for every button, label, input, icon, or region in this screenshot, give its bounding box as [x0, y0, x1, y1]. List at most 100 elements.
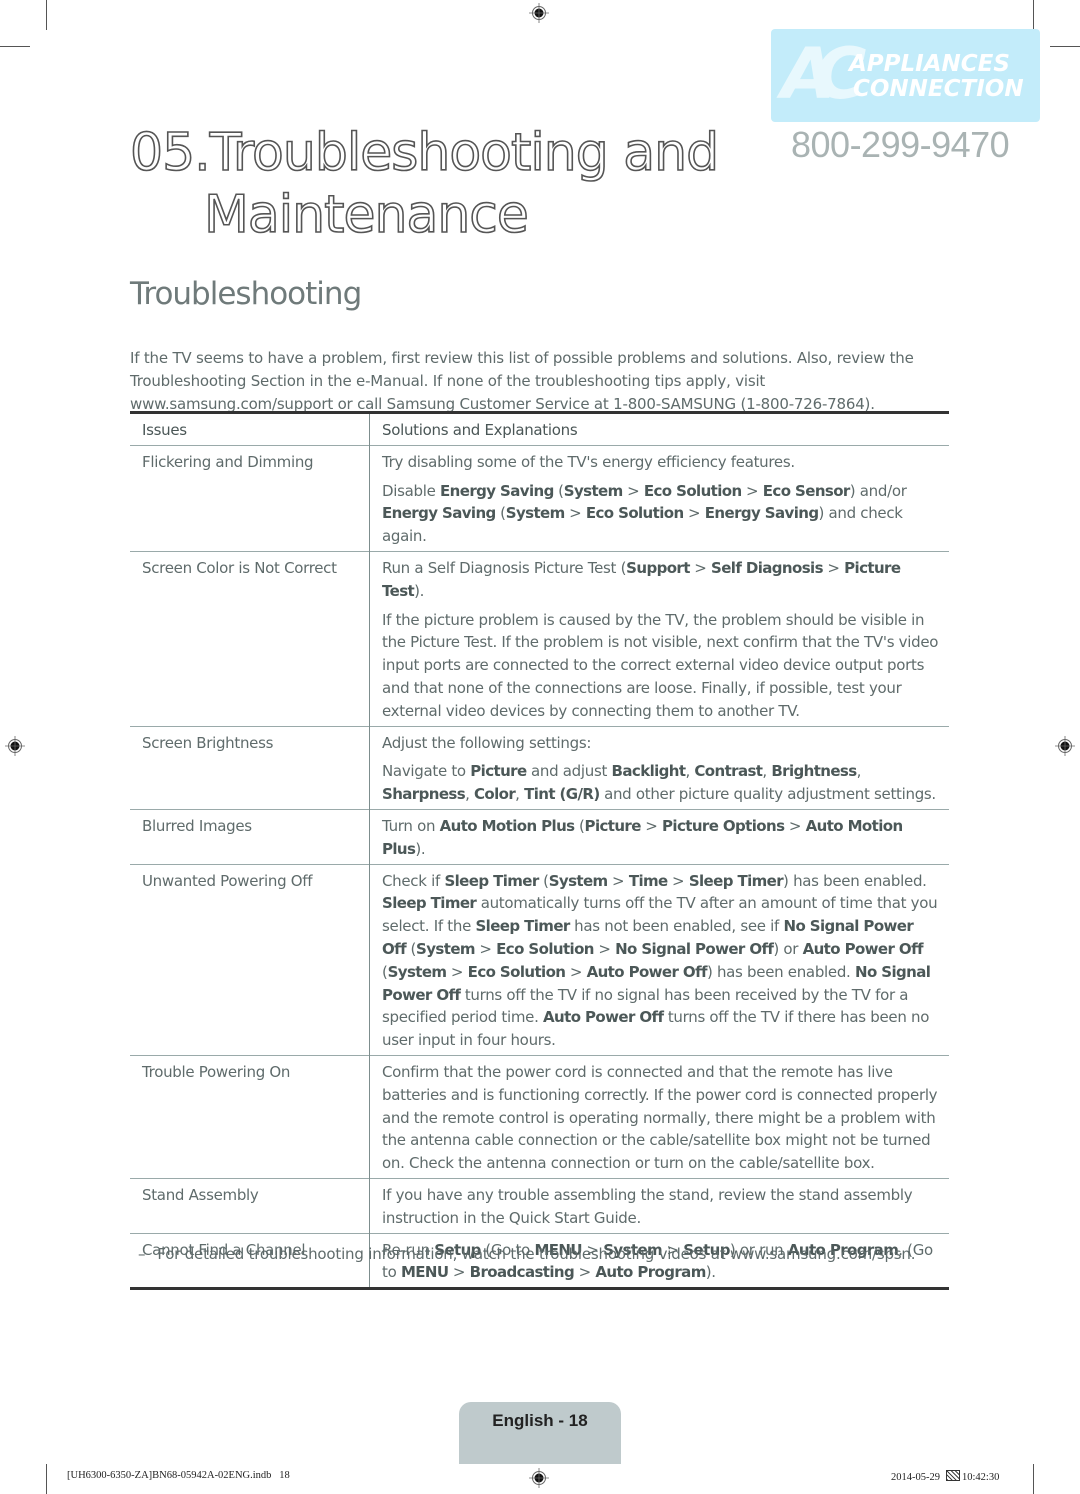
issue-cell: Flickering and Dimming — [130, 445, 370, 552]
solution-cell: Adjust the following settings: Navigate t… — [370, 726, 950, 809]
menu-term: Auto Program — [595, 1263, 706, 1282]
menu-term: System — [416, 939, 475, 958]
solution-cell: Turn on Auto Motion Plus (Picture > Pict… — [370, 809, 950, 864]
solution-paragraph: If you have any trouble assembling the s… — [382, 1184, 939, 1230]
page-number-label: English - 18 — [492, 1411, 588, 1430]
solution-cell: If you have any trouble assembling the s… — [370, 1178, 950, 1233]
solution-paragraph: Check if Sleep Timer (System > Time > Sl… — [382, 870, 939, 1052]
menu-term: Picture — [470, 762, 527, 781]
menu-term: Contrast — [694, 762, 763, 781]
crop-mark — [1033, 1464, 1034, 1494]
crop-mark — [1033, 0, 1034, 30]
footer-file-info: [UH6300-6350-ZA]BN68-05942A-02ENG.indb 1… — [67, 1470, 290, 1481]
solution-text: Adjust the following settings: — [382, 733, 592, 752]
menu-term: No Signal Power Off — [615, 939, 774, 958]
solution-text: Navigate to — [382, 762, 471, 781]
solution-text: ) or — [773, 939, 803, 958]
footer-time: 10:42:30 — [962, 1472, 1000, 1483]
solution-cell: Run a Self Diagnosis Picture Test (Suppo… — [370, 551, 950, 726]
solution-text: > — [784, 816, 806, 835]
watermark-phone: 800-299-9470 — [791, 124, 1010, 165]
menu-term: Brightness — [771, 762, 857, 781]
menu-term: Eco Solution — [643, 481, 742, 500]
table-row: Flickering and Dimming Try disabling some… — [130, 445, 950, 552]
registration-mark-icon — [1055, 736, 1075, 756]
solution-text: ). — [705, 1263, 716, 1282]
solution-text: > — [574, 1263, 596, 1282]
appliances-connection-logo: AC APPLIANCES CONNECTION — [771, 29, 1040, 122]
menu-term: Support — [626, 558, 690, 577]
menu-term: Eco Solution — [467, 962, 566, 981]
menu-term: MENU — [400, 1263, 449, 1282]
menu-term: Sleep Timer — [444, 871, 539, 890]
table-row: Screen Brightness Adjust the following se… — [130, 726, 950, 810]
solution-paragraph: Navigate to Picture and adjust Backlight… — [382, 760, 939, 806]
solution-text: ( — [574, 816, 585, 835]
solution-text: Run a Self Diagnosis Picture Test ( — [382, 558, 627, 577]
page-number-tab: English - 18 — [459, 1402, 621, 1464]
solution-paragraph: If the picture problem is caused by the … — [382, 609, 939, 723]
menu-term: System — [548, 871, 608, 890]
menu-term: Sleep Timer — [688, 871, 784, 890]
menu-term: Energy Saving — [440, 481, 554, 500]
menu-term: Energy Saving — [382, 504, 496, 523]
solution-text: Try disabling some of the TV's energy ef… — [382, 452, 795, 471]
menu-term: Auto Motion Plus — [439, 816, 575, 835]
crop-mark — [0, 46, 30, 47]
column-header-issues: Issues — [130, 412, 370, 446]
menu-term: Sharpness — [382, 785, 466, 804]
crop-mark — [1050, 46, 1080, 47]
solution-paragraph: Turn on Auto Motion Plus (Picture > Pict… — [382, 815, 939, 861]
solution-cell: Try disabling some of the TV's energy ef… — [370, 445, 950, 551]
solution-paragraph: Confirm that the power cord is connected… — [382, 1061, 939, 1175]
troubleshooting-table: Issues Solutions and Explanations Flicke… — [130, 411, 949, 1290]
menu-term: System — [505, 504, 565, 523]
solution-text: > — [564, 504, 586, 523]
solution-text: > — [607, 871, 629, 890]
logo-text-line2: CONNECTION — [853, 76, 1024, 102]
footnote-text: For detailed troubleshooting information… — [157, 1245, 916, 1263]
registration-mark-icon — [529, 1468, 549, 1488]
solution-paragraph: Disable Energy Saving (System > Eco Solu… — [382, 480, 939, 548]
solution-text: , — [762, 762, 772, 781]
menu-term: Tint (G/R) — [524, 785, 600, 804]
solution-text: , — [465, 785, 474, 804]
menu-term: Color — [474, 785, 516, 804]
section-title: Troubleshooting — [130, 276, 362, 312]
solution-text: ( — [538, 871, 549, 890]
solution-text: ). — [414, 581, 425, 600]
table-row: Stand Assembly If you have any trouble as… — [130, 1178, 949, 1233]
footer-date: 2014-05-29 — [891, 1472, 940, 1483]
issue-cell: Screen Color is Not Correct — [130, 551, 370, 727]
solution-text: > — [622, 481, 644, 500]
solution-text: ). — [415, 839, 426, 858]
solution-text: > — [474, 939, 497, 958]
menu-term: Energy Saving — [704, 504, 819, 523]
crop-mark — [46, 0, 47, 30]
solution-text: and other picture quality adjustment set… — [599, 785, 936, 804]
solution-paragraph: Try disabling some of the TV's energy ef… — [382, 451, 939, 474]
menu-term: Self Diagnosis — [711, 558, 824, 577]
solution-text: ( — [406, 939, 417, 958]
solution-text: > — [689, 558, 712, 577]
solution-text: , — [515, 785, 525, 804]
issue-cell: Screen Brightness — [130, 726, 370, 810]
solution-text: ( — [553, 481, 564, 500]
menu-term: Auto Power Off — [802, 939, 924, 958]
solution-cell: Confirm that the power cord is connected… — [370, 1055, 950, 1178]
issue-cell: Blurred Images — [130, 809, 370, 865]
footnote-dash: – — [138, 1245, 146, 1263]
menu-term: System — [563, 481, 623, 500]
footer-timestamp: 2014-05-29 10:42:30 — [891, 1470, 999, 1483]
logo-text-line1: APPLIANCES — [849, 51, 1010, 77]
solution-text: > — [822, 558, 845, 577]
solution-text: Disable — [382, 481, 441, 500]
solution-text: has not been enabled, see if — [569, 917, 784, 936]
solution-text: Check if — [382, 871, 445, 890]
solution-text: > — [683, 504, 705, 523]
registration-mark-icon — [529, 3, 549, 23]
solution-text: ( — [495, 504, 506, 523]
registration-mark-icon — [5, 736, 25, 756]
chapter-title-line1: 05.Troubleshooting and — [129, 122, 720, 184]
solution-text: ) has been enabled. — [706, 962, 855, 981]
